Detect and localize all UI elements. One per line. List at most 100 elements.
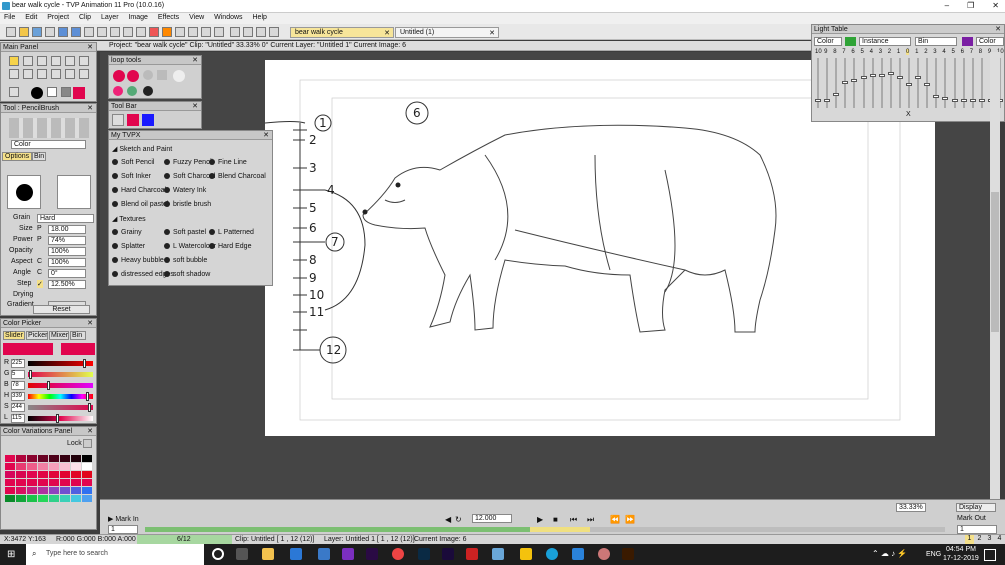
variation-swatch[interactable] <box>38 479 48 486</box>
taskbar-search-box[interactable]: ⌕ Type here to search <box>26 544 204 565</box>
mail-icon[interactable] <box>290 548 302 560</box>
light-table-slider[interactable] <box>896 58 903 108</box>
slider-handle[interactable] <box>969 99 976 102</box>
slider-handle[interactable] <box>942 97 949 100</box>
right-mode-select[interactable]: Color <box>976 37 1004 46</box>
tvpaint-icon[interactable] <box>492 548 504 560</box>
channel-slider-r[interactable] <box>28 359 93 368</box>
light-table-slider[interactable] <box>951 58 958 108</box>
print-icon[interactable] <box>45 27 55 37</box>
variation-swatch[interactable] <box>71 487 81 494</box>
variation-swatch[interactable] <box>5 479 15 486</box>
forward-icon[interactable]: ⏩ <box>625 515 635 524</box>
menu-view[interactable]: View <box>185 13 208 22</box>
premiere-icon[interactable] <box>366 548 378 560</box>
primary-color-swatch[interactable] <box>31 87 43 99</box>
variation-swatch[interactable] <box>5 487 15 494</box>
brush-preset[interactable]: Soft Inker <box>112 173 151 180</box>
variation-swatch[interactable] <box>16 471 26 478</box>
light-table-slider[interactable] <box>915 58 922 108</box>
channel-value-r[interactable]: 225 <box>11 359 25 368</box>
active-color-swatch[interactable] <box>73 87 85 99</box>
channel-slider-b[interactable] <box>28 381 93 390</box>
brush-preset[interactable]: Hard Edge <box>209 243 251 250</box>
variation-swatch[interactable] <box>82 455 92 462</box>
slider-handle[interactable] <box>960 99 967 102</box>
airbrush-icon[interactable] <box>23 56 33 66</box>
last-frame-icon[interactable]: ⏭ <box>587 515 594 525</box>
play-icon[interactable]: ▶ <box>537 515 543 524</box>
slider-handle[interactable] <box>56 414 59 423</box>
zoom-tool-icon[interactable] <box>37 69 47 79</box>
variation-swatch[interactable] <box>71 471 81 478</box>
brush-preset[interactable]: Soft pastel <box>164 229 206 236</box>
close-icon[interactable]: ✕ <box>192 102 198 110</box>
tab-close-icon[interactable]: ✕ <box>384 29 390 37</box>
variation-swatch[interactable] <box>27 471 37 478</box>
task-view-icon[interactable] <box>236 548 248 560</box>
line-tool-icon[interactable] <box>79 56 89 66</box>
slider-handle[interactable] <box>933 95 940 98</box>
variation-swatch[interactable] <box>82 479 92 486</box>
slider-handle[interactable] <box>29 370 32 379</box>
brush-preset[interactable]: Blend oil pastel <box>112 201 168 208</box>
variation-swatch[interactable] <box>27 487 37 494</box>
variation-swatch[interactable] <box>82 487 92 494</box>
instance-select[interactable]: Instance <box>859 37 911 46</box>
white-swatch[interactable] <box>112 114 124 126</box>
display-select[interactable]: Display <box>956 503 996 512</box>
channel-value-s[interactable]: 244 <box>11 403 25 412</box>
menu-effects[interactable]: Effects <box>154 13 183 22</box>
brush-preset[interactable]: Heavy bubble <box>112 257 164 264</box>
variation-swatch[interactable] <box>38 495 48 502</box>
power-pressure-flag[interactable]: P <box>37 236 42 243</box>
light-table-slider[interactable] <box>960 58 967 108</box>
slider-handle[interactable] <box>978 99 985 102</box>
new-icon[interactable] <box>6 27 16 37</box>
settings-icon[interactable] <box>9 87 19 97</box>
brush-preset[interactable]: Fine Line <box>209 159 247 166</box>
photoshop-icon[interactable] <box>418 548 430 560</box>
timeline-track[interactable] <box>145 527 945 532</box>
reset-button[interactable]: Reset <box>33 305 90 314</box>
variation-swatch[interactable] <box>49 463 59 470</box>
crop-tool-icon[interactable] <box>65 69 75 79</box>
brush-tool-icon[interactable] <box>9 56 19 66</box>
grain-select[interactable]: Hard <box>37 214 94 223</box>
slider-handle[interactable] <box>915 76 922 79</box>
aspect-flag[interactable]: C <box>37 258 42 265</box>
page-2-button[interactable]: 2 <box>975 535 984 544</box>
size-pressure-flag[interactable]: P <box>37 225 42 232</box>
light-table-slider[interactable] <box>815 58 821 108</box>
channel-value-b[interactable]: 78 <box>11 381 25 390</box>
variation-swatch[interactable] <box>82 463 92 470</box>
clock-date[interactable]: 17-12-2019 <box>943 555 979 562</box>
variation-swatch[interactable] <box>60 471 70 478</box>
edge-icon[interactable] <box>572 548 584 560</box>
light-table-slider[interactable] <box>906 58 912 108</box>
maximize-button[interactable]: ❐ <box>967 1 974 10</box>
close-button[interactable]: ✕ <box>992 1 999 10</box>
mark-in-button[interactable]: ▶ Mark In <box>108 515 139 523</box>
windows-start-icon[interactable]: ⊞ <box>7 549 18 560</box>
prev-frame-icon[interactable]: ◀ <box>445 515 451 524</box>
layers-icon[interactable] <box>136 27 146 37</box>
lock-checkbox[interactable] <box>83 439 92 448</box>
slider-handle[interactable] <box>924 83 931 86</box>
sticky-notes-icon[interactable] <box>520 548 532 560</box>
close-icon[interactable]: ✕ <box>263 131 269 139</box>
step-checkbox[interactable]: ✓ <box>37 280 43 288</box>
menu-project[interactable]: Project <box>43 13 73 22</box>
slider-handle[interactable] <box>860 76 867 79</box>
cut-icon[interactable] <box>84 27 94 37</box>
ellipse-tool-icon[interactable] <box>51 56 61 66</box>
section-textures[interactable]: ◢ Textures <box>112 215 146 223</box>
channel-value-l[interactable]: 115 <box>11 414 25 423</box>
brush-presets[interactable] <box>9 118 89 138</box>
panel-icon[interactable] <box>188 27 198 37</box>
illustrator-icon[interactable] <box>622 548 634 560</box>
variation-swatch[interactable] <box>71 455 81 462</box>
red-swatch[interactable] <box>127 114 139 126</box>
size-field[interactable]: 18.00 <box>48 225 86 234</box>
variation-swatch[interactable] <box>5 495 15 502</box>
